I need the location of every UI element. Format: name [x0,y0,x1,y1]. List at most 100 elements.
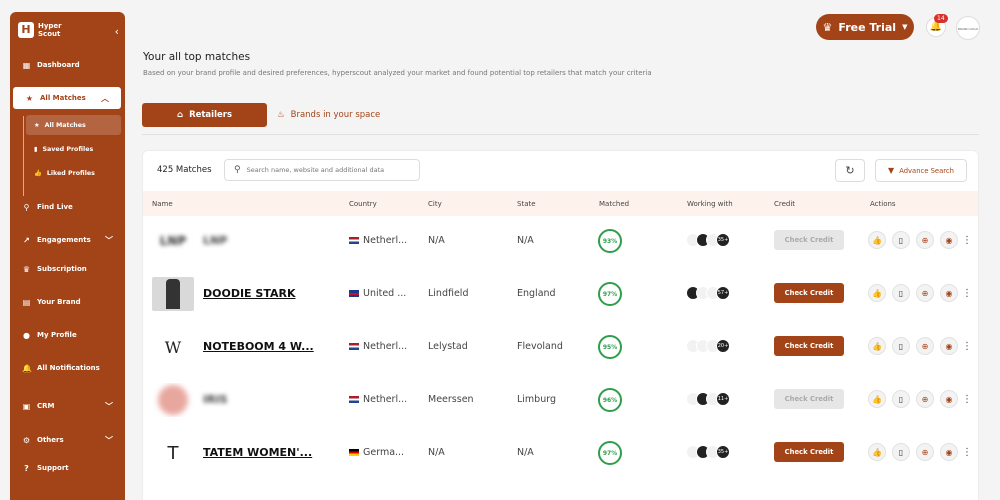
working-with-logos[interactable]: 20+ [686,339,730,353]
bookmark-icon[interactable]: ▯ [892,443,910,461]
search-input[interactable] [246,166,407,174]
sidebar-item-crm[interactable]: ▣ CRM ﹀ [10,395,125,417]
bell-icon: 🔔 [22,363,32,373]
bookmark-icon[interactable]: ▯ [892,390,910,408]
retailer-name[interactable]: NOTEBOOM 4 W... [203,340,314,353]
column-header-working-with[interactable]: Working with [687,200,733,208]
sidebar-item-your-brand[interactable]: ▤ Your Brand [10,291,125,313]
advance-search-button[interactable]: ▼ Advance Search [875,159,967,182]
working-with-logos[interactable]: 35+ [686,445,730,459]
sidebar-item-all-notifications[interactable]: 🔔 All Notifications [10,357,125,379]
retailer-name[interactable]: DOODIE STARK [203,287,295,300]
eye-icon[interactable]: ◉ [940,284,958,302]
like-icon[interactable]: 👍 [868,390,886,408]
retailer-name[interactable]: TATEM WOMEN'... [203,446,312,459]
more-options-icon[interactable]: ⋮ [962,341,972,352]
column-header-credit[interactable]: Credit [774,200,795,208]
row-actions: 👍 ▯ ⊕ ◉ ⋮ [868,443,972,461]
flag-germany-icon [349,449,359,456]
avatar[interactable]: BRAND LOGO [956,16,980,40]
country-label: United ... [363,288,407,299]
globe-icon[interactable]: ⊕ [916,390,934,408]
like-icon[interactable]: 👍 [868,231,886,249]
retailer-city: N/A [428,447,445,458]
globe-icon[interactable]: ⊕ [916,284,934,302]
sidebar-item-support[interactable]: ? Support [10,457,125,479]
matches-count: 425 Matches [157,165,212,175]
match-score: 95% [598,335,622,359]
tab-brands-in-your-space[interactable]: ♨ Brands in your space [277,103,380,127]
table-row[interactable]: T TATEM WOMEN'... Germa... N/A N/A 97% 3… [143,428,978,481]
eye-icon[interactable]: ◉ [940,337,958,355]
collapse-sidebar-icon[interactable]: ‹ [115,25,119,38]
search-icon: ⚲ [234,165,241,175]
retailer-state: N/A [517,235,534,246]
globe-icon[interactable]: ⊕ [916,337,934,355]
refresh-icon: ↻ [845,164,855,177]
matches-card: 425 Matches ⚲ ↻ ▼ Advance Search Name Co… [142,150,979,500]
bookmark-icon[interactable]: ▯ [892,337,910,355]
working-with-logos[interactable]: 35+ [686,233,730,247]
working-with-count: 20+ [716,339,730,353]
sidebar-item-label: All Notifications [37,364,100,372]
sidebar-item-label: Engagements [37,236,91,244]
check-credit-button[interactable]: Check Credit [774,230,844,250]
sidebar-subitem-saved-profiles[interactable]: ▮ Saved Profiles [26,139,121,159]
column-header-city[interactable]: City [428,200,442,208]
more-options-icon[interactable]: ⋮ [962,235,972,246]
table-row[interactable]: IRIS Netherl... Meerssen Limburg 96% 11+… [143,375,978,428]
table-row[interactable]: LNP LNP Netherl... N/A N/A 93% 35+ Check… [143,216,978,269]
bookmark-icon[interactable]: ▯ [892,284,910,302]
check-credit-button[interactable]: Check Credit [774,442,844,462]
gear-icon: ⚙ [22,435,31,445]
check-credit-button[interactable]: Check Credit [774,336,844,356]
row-actions: 👍 ▯ ⊕ ◉ ⋮ [868,231,972,249]
sidebar-item-others[interactable]: ⚙ Others ﹀ [10,429,125,451]
like-icon[interactable]: 👍 [868,337,886,355]
sidebar-item-my-profile[interactable]: ● My Profile [10,324,125,346]
eye-icon[interactable]: ◉ [940,443,958,461]
free-trial-button[interactable]: ♛ Free Trial ▼ [816,14,914,40]
retailer-country: Netherl... [349,341,407,352]
like-icon[interactable]: 👍 [868,443,886,461]
more-options-icon[interactable]: ⋮ [962,394,972,405]
column-header-matched[interactable]: Matched [599,200,629,208]
eye-icon[interactable]: ◉ [940,231,958,249]
sidebar-subitem-all-matches[interactable]: ★ All Matches [26,115,121,135]
globe-icon[interactable]: ⊕ [916,443,934,461]
column-header-name[interactable]: Name [152,200,173,208]
bookmark-icon[interactable]: ▯ [892,231,910,249]
more-options-icon[interactable]: ⋮ [962,447,972,458]
refresh-button[interactable]: ↻ [835,159,865,182]
sidebar-item-label: Support [37,464,69,472]
retailer-name[interactable]: LNP [203,234,227,247]
search-box[interactable]: ⚲ [224,159,420,181]
retailer-state: Limburg [517,394,557,405]
retailer-name[interactable]: IRIS [203,393,228,406]
sidebar-item-engagements[interactable]: ↗ Engagements ﹀ [10,229,125,251]
app-logo[interactable]: H Hyper Scout [18,22,62,38]
retailer-logo [152,383,194,417]
submenu-divider [23,116,24,196]
like-icon[interactable]: 👍 [868,284,886,302]
sidebar-item-all-matches[interactable]: ★ All Matches ︿ [13,87,121,109]
working-with-logos[interactable]: 57+ [686,286,730,300]
table-row[interactable]: DOODIE STARK United ... Lindfield Englan… [143,269,978,322]
column-header-country[interactable]: Country [349,200,377,208]
column-header-state[interactable]: State [517,200,536,208]
retailer-city: Meerssen [428,394,474,405]
table-row[interactable]: W NOTEBOOM 4 W... Netherl... Lelystad Fl… [143,322,978,375]
globe-icon[interactable]: ⊕ [916,231,934,249]
sidebar-item-subscription[interactable]: ♛ Subscription [10,258,125,280]
check-credit-button[interactable]: Check Credit [774,389,844,409]
sidebar-item-find-live[interactable]: ⚲ Find Live [10,196,125,218]
eye-icon[interactable]: ◉ [940,390,958,408]
page-title: Your all top matches [143,51,251,63]
tab-retailers[interactable]: ⌂ Retailers [142,103,267,127]
more-options-icon[interactable]: ⋮ [962,288,972,299]
sidebar-item-dashboard[interactable]: ▦ Dashboard [10,54,125,76]
row-actions: 👍 ▯ ⊕ ◉ ⋮ [868,337,972,355]
sidebar-subitem-liked-profiles[interactable]: 👍 Liked Profiles [26,163,121,183]
working-with-logos[interactable]: 11+ [686,392,730,406]
check-credit-button[interactable]: Check Credit [774,283,844,303]
